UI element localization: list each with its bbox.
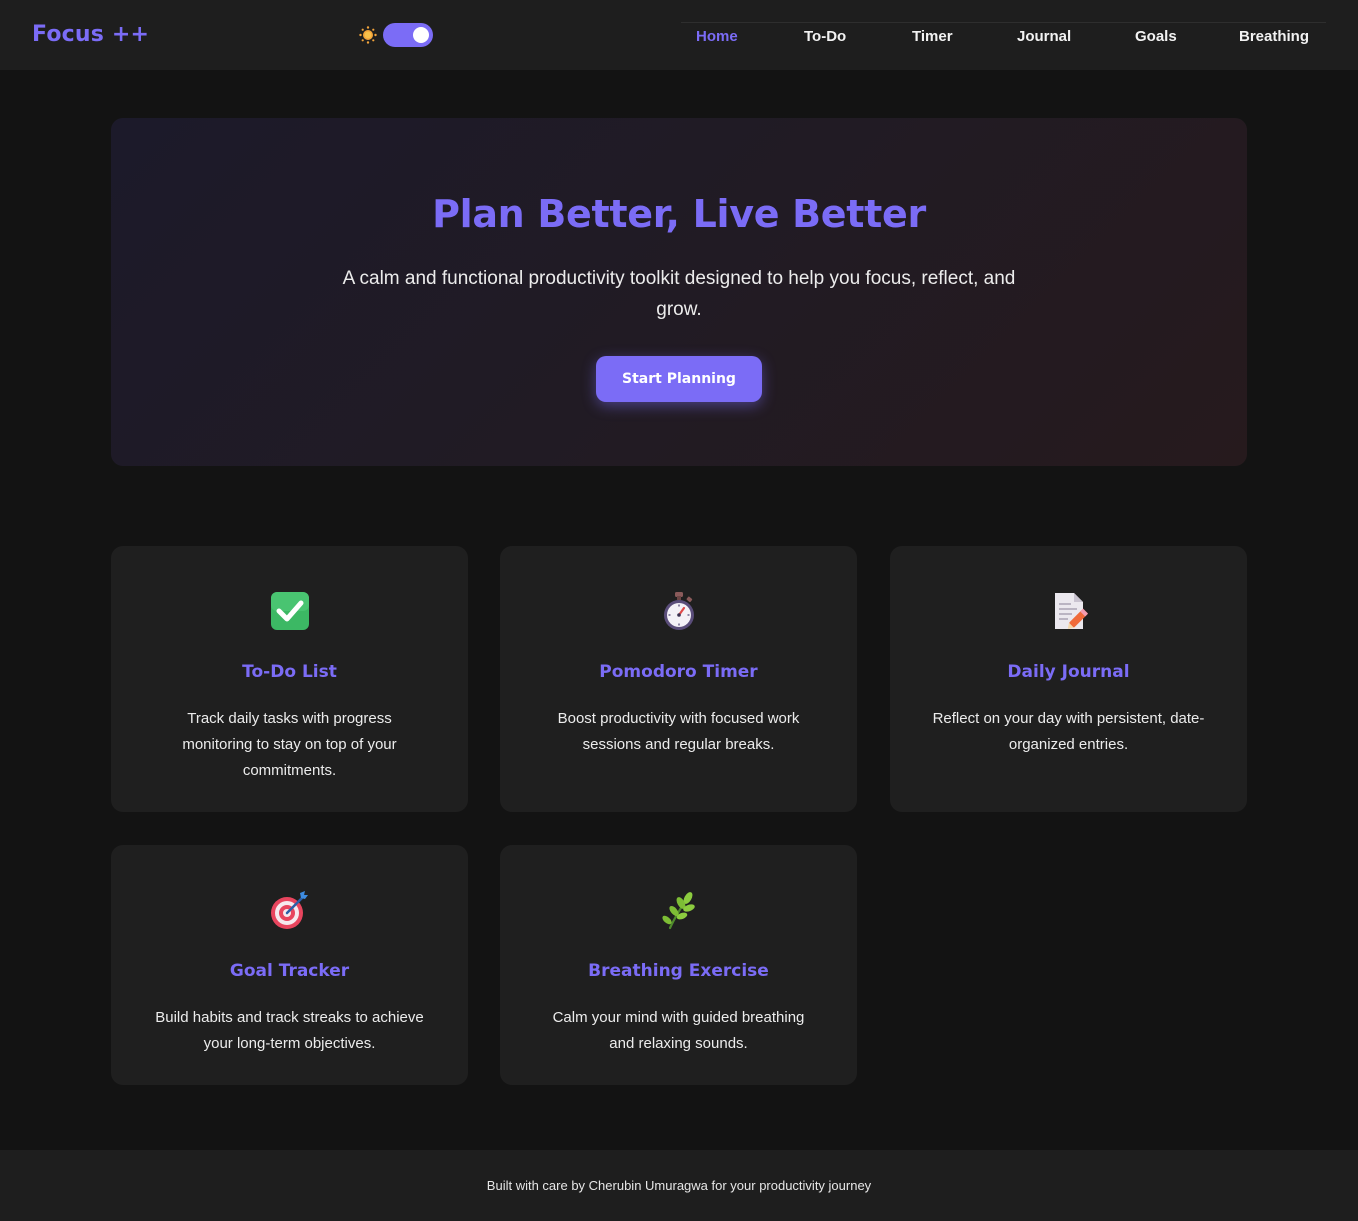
card-description: Reflect on your day with persistent, dat… bbox=[932, 710, 1205, 753]
card-description: Build habits and track streaks to achiev… bbox=[155, 1009, 424, 1052]
checkmark-icon bbox=[271, 592, 309, 630]
stopwatch-icon bbox=[664, 592, 694, 630]
card-title: To-Do List bbox=[242, 662, 337, 682]
footer-credit: Built with care by Cherubin Umuragwa for… bbox=[486, 1178, 872, 1193]
nav-journal[interactable]: Journal bbox=[1017, 28, 1071, 45]
card-title: Goal Tracker bbox=[229, 961, 350, 981]
toggle-knob bbox=[413, 27, 429, 43]
main-nav: Home To-Do Timer Journal Goals Breathing bbox=[681, 22, 1326, 52]
card-description: Track daily tasks with progress monitori… bbox=[182, 710, 397, 779]
card-title: Daily Journal bbox=[1007, 662, 1130, 682]
card-description: Calm your mind with guided breathing and… bbox=[552, 1009, 805, 1052]
feature-card-todo[interactable]: To-Do List Track daily tasks with progre… bbox=[111, 546, 468, 812]
nav-home[interactable]: Home bbox=[696, 28, 738, 45]
top-navbar: Focus ++ Home To-Do Timer Journal Goals … bbox=[0, 0, 1358, 70]
card-title: Breathing Exercise bbox=[588, 961, 769, 981]
hero-subtitle: A calm and functional productivity toolk… bbox=[342, 268, 1016, 320]
nav-todo[interactable]: To-Do bbox=[804, 28, 846, 45]
nav-breathing[interactable]: Breathing bbox=[1239, 28, 1309, 45]
app-logo[interactable]: Focus ++ bbox=[32, 22, 149, 47]
moon-icon bbox=[441, 28, 454, 41]
memo-icon bbox=[1055, 593, 1089, 629]
hero-section: Plan Better, Live Better A calm and func… bbox=[111, 118, 1247, 466]
feature-card-goals[interactable]: Goal Tracker Build habits and track stre… bbox=[111, 845, 468, 1085]
feature-card-timer[interactable]: Pomodoro Timer Boost productivity with f… bbox=[500, 546, 857, 812]
toggle-switch[interactable] bbox=[383, 23, 433, 47]
start-planning-button[interactable]: Start Planning bbox=[596, 356, 762, 402]
hero-title: Plan Better, Live Better bbox=[432, 192, 926, 236]
feature-card-journal[interactable]: Daily Journal Reflect on your day with p… bbox=[890, 546, 1247, 812]
footer: Built with care by Cherubin Umuragwa for… bbox=[0, 1150, 1358, 1221]
nav-timer[interactable]: Timer bbox=[912, 28, 953, 45]
target-icon bbox=[271, 891, 308, 929]
card-title: Pomodoro Timer bbox=[599, 662, 758, 682]
sun-icon bbox=[359, 26, 377, 44]
feature-card-breathing[interactable]: Breathing Exercise Calm your mind with g… bbox=[500, 845, 857, 1085]
nav-goals[interactable]: Goals bbox=[1135, 28, 1177, 45]
card-description: Boost productivity with focused work ses… bbox=[557, 710, 800, 753]
theme-toggle[interactable] bbox=[359, 22, 459, 48]
herb-icon bbox=[662, 892, 695, 930]
